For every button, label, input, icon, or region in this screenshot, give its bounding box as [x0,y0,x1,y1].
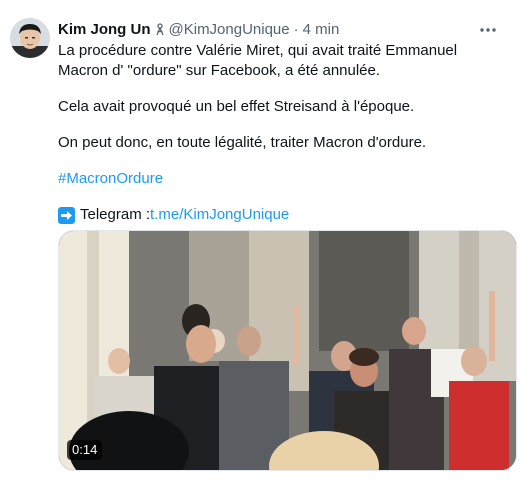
telegram-link[interactable]: t.me/KimJongUnique [150,205,289,225]
video-thumbnail [59,231,516,470]
avatar[interactable] [10,18,50,58]
more-options-icon[interactable] [476,18,500,42]
tweet-header: Kim Jong Un @KimJongUnique · 4 min [58,20,339,40]
video-player[interactable]: 0:14 [58,230,517,471]
avatar-image [10,18,50,58]
right-arrow-emoji-icon [58,206,75,224]
author-name[interactable]: Kim Jong Un [58,20,151,40]
tweet-paragraph: On peut donc, en toute légalité, traiter… [58,134,427,151]
author-handle[interactable]: @KimJongUnique [169,20,290,40]
tweet-paragraph: La procédure contre Valérie Miret, qui a… [58,42,458,79]
telegram-line: Telegram : t.me/KimJongUnique [58,205,508,225]
separator-dot: · [293,21,299,38]
video-duration: 0:14 [67,440,103,460]
tweet[interactable]: Kim Jong Un @KimJongUnique · 4 min La pr… [0,0,532,484]
hashtag-link[interactable]: #MacronOrdure [58,170,163,187]
affiliate-badge-icon [154,23,166,37]
telegram-label: Telegram : [80,206,151,223]
timestamp[interactable]: 4 min [303,20,340,40]
tweet-paragraph: Cela avait provoqué un bel effet Streisa… [58,98,415,115]
tweet-body: La procédure contre Valérie Miret, qui a… [58,41,508,225]
